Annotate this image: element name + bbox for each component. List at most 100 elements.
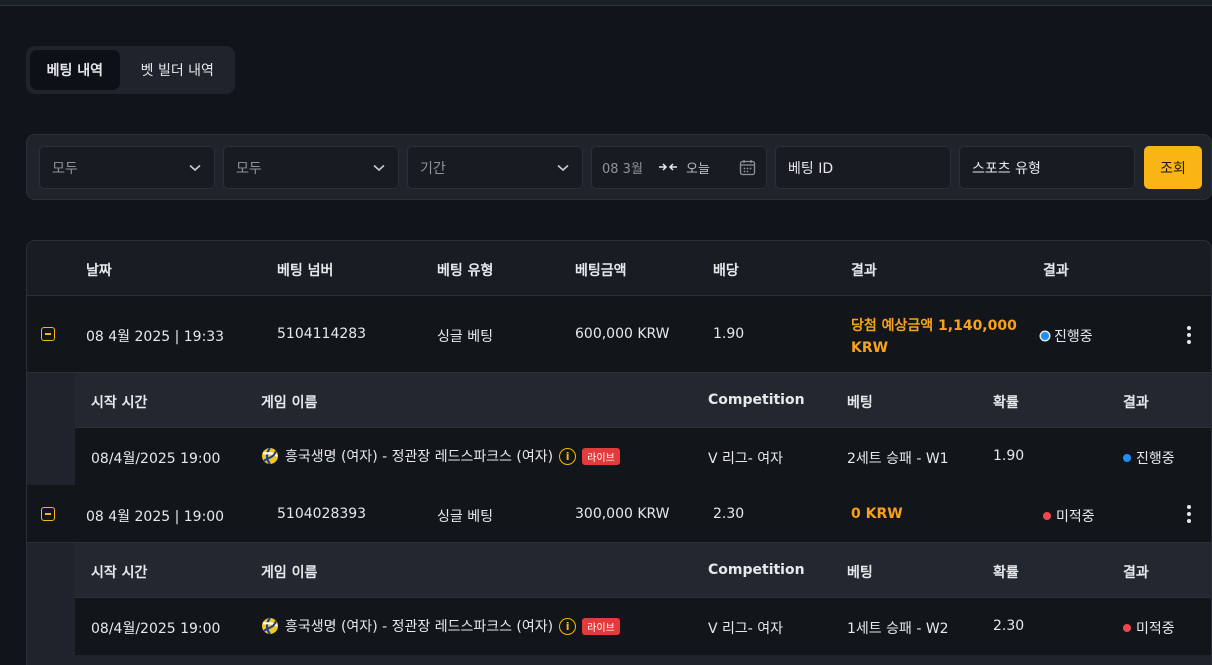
detail-header-competition: Competition: [708, 392, 805, 408]
detail-header-result: 결과: [1123, 565, 1149, 581]
detail-game-name: 흥국생명 (여자) - 정관장 레드스파크스 (여자): [285, 449, 554, 465]
header-bet-type: 베팅 유형: [437, 263, 494, 279]
detail-header-result: 결과: [1123, 395, 1149, 411]
row-status: 진행중: [1041, 326, 1093, 346]
top-bar: [0, 0, 1212, 6]
collapse-icon[interactable]: [41, 507, 55, 521]
detail-start-time: 08/4월/2025 19:00: [91, 621, 221, 637]
period-select-value: 기간: [420, 160, 446, 177]
detail-probability: 1.90: [993, 448, 1025, 464]
row-odds: 1.90: [713, 326, 745, 342]
detail-header: 시작 시간 게임 이름 Competition 베팅 확률 결과: [75, 543, 1211, 598]
status-dot: [1123, 454, 1131, 462]
row-result-line2: KRW: [851, 340, 889, 356]
bet-detail: 시작 시간 게임 이름 Competition 베팅 확률 결과 08/4월/2…: [27, 543, 1211, 665]
row-result: 당첨 예상금액 1,140,000 KRW: [851, 315, 1017, 359]
chevron-down-icon: [372, 161, 386, 175]
header-status: 결과: [1043, 263, 1069, 279]
info-icon[interactable]: i: [559, 617, 577, 635]
date-to: 오늘: [686, 162, 710, 177]
detail-competition: V 리그- 여자: [708, 621, 784, 637]
row-bet-type: 싱글 베팅: [437, 329, 493, 345]
row-amount: 600,000 KRW: [575, 326, 670, 342]
row-bet-type: 싱글 베팅: [437, 509, 493, 525]
table-row[interactable]: 08 4월 2025 | 19:33 5104114283 싱글 베팅 600,…: [27, 296, 1211, 373]
tab-bet-builder-history[interactable]: 벳 빌더 내역: [124, 50, 231, 90]
status-dot: [1043, 512, 1051, 520]
status-dot: [1123, 624, 1131, 632]
sport-type-placeholder: 스포츠 유형: [972, 160, 1041, 177]
kebab-icon[interactable]: [1187, 505, 1191, 523]
row-status-label: 진행중: [1054, 329, 1093, 345]
header-odds: 배당: [713, 263, 739, 279]
status-select[interactable]: 모두: [39, 146, 215, 189]
calendar-icon: [739, 159, 756, 176]
bet-id-input[interactable]: 베팅 ID: [775, 146, 951, 189]
detail-game[interactable]: 흥국생명 (여자) - 정관장 레드스파크스 (여자) i 라이브: [261, 616, 620, 636]
row-date: 08 4월 2025 | 19:00: [86, 509, 225, 525]
bet-detail: 시작 시간 게임 이름 Competition 베팅 확률 결과 08/4월/2…: [27, 373, 1211, 485]
bet-id-placeholder: 베팅 ID: [788, 160, 834, 177]
row-odds: 2.30: [713, 506, 745, 522]
detail-game[interactable]: 흥국생명 (여자) - 정관장 레드스파크스 (여자) i 라이브: [261, 446, 620, 466]
detail-header-probability: 확률: [993, 565, 1019, 581]
detail-header-bet: 베팅: [847, 565, 873, 581]
detail-header-bet: 베팅: [847, 395, 873, 411]
collapse-icon[interactable]: [41, 327, 55, 341]
detail-result-label: 미적중: [1136, 621, 1175, 637]
detail-result: 미적중: [1123, 618, 1175, 638]
info-icon[interactable]: i: [559, 447, 577, 465]
date-from: 08 3월: [602, 162, 643, 177]
volleyball-icon: [261, 617, 279, 635]
volleyball-icon: [261, 447, 279, 465]
kebab-icon[interactable]: [1187, 326, 1191, 344]
row-status-label: 미적중: [1056, 509, 1095, 525]
detail-row: 08/4월/2025 19:00 흥국생명 (여자) - 정관장 레드스파크스 …: [75, 428, 1211, 485]
period-select[interactable]: 기간: [407, 146, 583, 189]
header-date: 날짜: [86, 263, 112, 279]
tab-bet-history[interactable]: 베팅 내역: [30, 50, 120, 90]
date-range-picker[interactable]: 08 3월 오늘: [591, 146, 767, 189]
row-date: 08 4월 2025 | 19:33: [86, 329, 225, 345]
detail-header-start-time: 시작 시간: [91, 395, 148, 411]
detail-result-label: 진행중: [1136, 451, 1175, 467]
row-bet-number: 5104114283: [277, 326, 367, 342]
detail-result: 진행중: [1123, 448, 1175, 468]
arrows-icon: [658, 161, 686, 175]
type-select-value: 모두: [236, 160, 262, 177]
row-result: 0 KRW: [851, 506, 903, 522]
chevron-down-icon: [188, 161, 202, 175]
detail-probability: 2.30: [993, 618, 1025, 634]
sport-type-input[interactable]: 스포츠 유형: [959, 146, 1135, 189]
table-row[interactable]: 08 4월 2025 | 19:00 5104028393 싱글 베팅 300,…: [27, 485, 1211, 543]
table-header: 날짜 베팅 넘버 베팅 유형 베팅금액 배당 결과 결과: [27, 241, 1211, 296]
detail-bet: 1세트 승패 - W2: [847, 621, 949, 637]
row-amount: 300,000 KRW: [575, 506, 670, 522]
chevron-down-icon: [556, 161, 570, 175]
detail-header-start-time: 시작 시간: [91, 565, 148, 581]
detail-header: 시작 시간 게임 이름 Competition 베팅 확률 결과: [75, 373, 1211, 428]
detail-game-name: 흥국생명 (여자) - 정관장 레드스파크스 (여자): [285, 619, 554, 635]
filter-bar: 모두 모두 기간 08 3월 오늘 베팅 ID 스포츠 유형 조회: [26, 134, 1212, 200]
search-button[interactable]: 조회: [1144, 146, 1202, 189]
detail-start-time: 08/4월/2025 19:00: [91, 451, 221, 467]
detail-row: 08/4월/2025 19:00 흥국생명 (여자) - 정관장 레드스파크스 …: [75, 598, 1211, 655]
history-tabs: 베팅 내역 벳 빌더 내역: [26, 46, 235, 94]
row-bet-number: 5104028393: [277, 506, 367, 522]
header-amount: 베팅금액: [575, 263, 627, 279]
status-select-value: 모두: [52, 160, 78, 177]
detail-header-game-name: 게임 이름: [261, 395, 318, 411]
detail-header-competition: Competition: [708, 562, 805, 578]
live-badge: 라이브: [582, 617, 620, 635]
type-select[interactable]: 모두: [223, 146, 399, 189]
detail-bet: 2세트 승패 - W1: [847, 451, 949, 467]
row-result-line1: 당첨 예상금액 1,140,000: [851, 318, 1017, 334]
row-status: 미적중: [1043, 506, 1095, 526]
detail-header-game-name: 게임 이름: [261, 565, 318, 581]
detail-header-probability: 확률: [993, 395, 1019, 411]
header-result: 결과: [851, 263, 877, 279]
status-dot: [1041, 332, 1049, 340]
header-bet-number: 베팅 넘버: [277, 263, 334, 279]
live-badge: 라이브: [582, 447, 620, 465]
bet-history-table: 날짜 베팅 넘버 베팅 유형 베팅금액 배당 결과 결과 08 4월 2025 …: [26, 240, 1212, 665]
